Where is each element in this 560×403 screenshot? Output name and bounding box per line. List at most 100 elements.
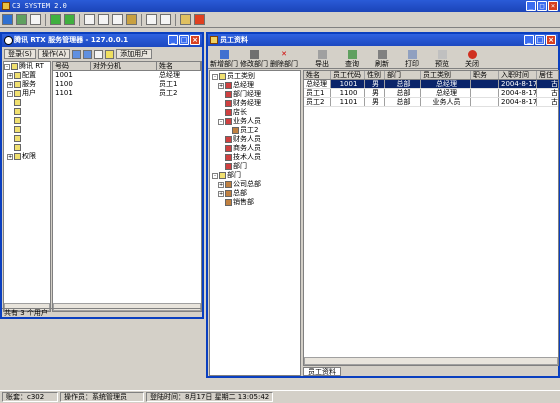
rtx-forward-icon[interactable]	[83, 49, 93, 59]
user-number: 1100	[55, 80, 73, 88]
list-item[interactable]: 1100 员工1	[53, 80, 201, 89]
close-button[interactable]: ×	[548, 1, 558, 11]
tree-item[interactable]: 财务人员	[210, 135, 300, 144]
rtx-back-icon[interactable]	[72, 49, 82, 59]
staff-close-button[interactable]: ×	[546, 35, 556, 45]
print-icon[interactable]	[160, 14, 171, 25]
login-menu[interactable]: 登录(S)	[4, 49, 36, 59]
refresh-button[interactable]: 刷新	[368, 50, 396, 68]
rtx-maximize-button[interactable]: □	[179, 35, 189, 45]
delete-dept-button[interactable]: ✕ 删除部门	[270, 50, 298, 68]
col-dept[interactable]: 部门	[385, 71, 421, 79]
window-icon[interactable]	[2, 14, 13, 25]
tree-item[interactable]: + 配置	[4, 71, 50, 80]
tree-item[interactable]: - 部门	[210, 171, 300, 180]
tree-item[interactable]: - 员工类别	[210, 72, 300, 81]
export-button[interactable]: 导出	[308, 50, 336, 68]
back-arrow-icon[interactable]	[50, 14, 61, 25]
lock-icon	[14, 144, 21, 151]
tree-item[interactable]: + 总部	[210, 189, 300, 198]
col-address[interactable]: 居住	[537, 71, 558, 79]
tree-item[interactable]: 部门	[210, 162, 300, 171]
tree-item[interactable]: + 服务	[4, 80, 50, 89]
tools-icon[interactable]	[126, 14, 137, 25]
category-tree[interactable]: - 员工类别 + 总经理 部门经理 财务经理 店长 - 业务人员 员工2 财务人员 商…	[209, 70, 301, 376]
tree-item[interactable]: 店长	[210, 108, 300, 117]
tree-item[interactable]	[4, 98, 50, 107]
close-window-button[interactable]: 关闭	[458, 50, 486, 68]
cell-code: 1100	[331, 89, 365, 97]
rtx-close-button[interactable]: ×	[190, 35, 200, 45]
tree-item[interactable]: 技术人员	[210, 153, 300, 162]
tree-item[interactable]	[4, 107, 50, 116]
col-number[interactable]: 号码	[53, 62, 91, 70]
list-item[interactable]: 1001 总经理	[53, 71, 201, 80]
user-name: 员工2	[159, 89, 178, 97]
report-icon[interactable]	[84, 14, 95, 25]
maximize-button[interactable]: □	[537, 1, 547, 11]
add-dept-button[interactable]: 新增部门	[210, 50, 238, 68]
col-join-date[interactable]: 入职时间	[499, 71, 537, 79]
exit-icon[interactable]	[194, 14, 205, 25]
rtx-copy-icon[interactable]	[94, 49, 104, 59]
operate-menu[interactable]: 操作(A)	[37, 49, 71, 59]
tree-item[interactable]: 财务经理	[210, 99, 300, 108]
calendar-icon[interactable]	[98, 14, 109, 25]
col-sex[interactable]: 性别	[365, 71, 385, 79]
staff-icon	[225, 154, 232, 161]
add-user-button[interactable]: 添加用户	[116, 49, 153, 59]
rtx-bulb-icon[interactable]	[105, 49, 115, 59]
col-post[interactable]: 职务	[471, 71, 499, 79]
tree-item[interactable]: 销售部	[210, 198, 300, 207]
tree-item[interactable]	[4, 134, 50, 143]
tree-item[interactable]	[4, 116, 50, 125]
staff-maximize-button[interactable]: □	[535, 35, 545, 45]
cell-category: 总经理	[421, 80, 471, 88]
tree-item[interactable]: - 腾讯 RT	[4, 62, 50, 71]
tree-item[interactable]	[4, 125, 50, 134]
preview-button[interactable]: 预览	[428, 50, 456, 68]
edit-dept-button[interactable]: 修改部门	[240, 50, 268, 68]
preview-icon[interactable]	[146, 14, 157, 25]
document-icon[interactable]	[112, 14, 123, 25]
tree-item[interactable]: + 总经理	[210, 81, 300, 90]
col-name[interactable]: 姓名	[157, 62, 201, 70]
table-row[interactable]: 员工1 1100 男 总部 总经理 2004-8-17 古	[304, 89, 558, 98]
cell-sex: 男	[365, 89, 385, 97]
table-row[interactable]: 员工2 1101 男 总部 业务人员 2004-8-17 古	[304, 98, 558, 107]
rtx-minimize-button[interactable]: _	[168, 35, 178, 45]
status-bar: 账套：c302 操作员：系统管理员 登陆时间：8月17日 星期二 13:05:4…	[0, 390, 560, 403]
print-button[interactable]: 打印	[398, 50, 426, 68]
col-extension[interactable]: 对外分机	[91, 62, 157, 70]
rtx-tree[interactable]: - 腾讯 RT + 配置 + 服务 - 用户 + 权限	[3, 61, 51, 312]
query-button[interactable]: 查询	[338, 50, 366, 68]
col-name[interactable]: 姓名	[304, 71, 331, 79]
user-name: 员工1	[159, 80, 178, 88]
table-row[interactable]: 总经理 1001 男 总部 总经理 2004-8-17 古	[304, 80, 558, 89]
tree-item[interactable]: 员工2	[210, 126, 300, 135]
col-code[interactable]: 员工代码	[331, 71, 365, 79]
settings-icon[interactable]	[180, 14, 191, 25]
main-toolbar	[0, 12, 560, 28]
tree-item[interactable]	[4, 143, 50, 152]
grid-icon[interactable]	[16, 14, 27, 25]
cell-category: 业务人员	[421, 98, 471, 106]
tree-item[interactable]: - 用户	[4, 89, 50, 98]
tree-item[interactable]: - 业务人员	[210, 117, 300, 126]
rtx-status: 共有 3 个用户	[2, 308, 202, 317]
export-icon	[317, 50, 327, 59]
forward-arrow-icon[interactable]	[64, 14, 75, 25]
minimize-button[interactable]: _	[526, 1, 536, 11]
tree-item[interactable]: 商务人员	[210, 144, 300, 153]
sheet-tab[interactable]: 员工资料	[303, 367, 341, 376]
grid-hscrollbar[interactable]	[304, 357, 558, 365]
user-number: 1001	[55, 71, 73, 79]
tree-item[interactable]: + 权限	[4, 152, 50, 161]
staff-minimize-button[interactable]: _	[524, 35, 534, 45]
status-login-time: 登陆时间：8月17日 星期二 13:05:42	[146, 392, 274, 402]
list-item[interactable]: 1101 员工2	[53, 89, 201, 98]
tree-item[interactable]: 部门经理	[210, 90, 300, 99]
list-icon[interactable]	[30, 14, 41, 25]
col-category[interactable]: 员工类别	[421, 71, 471, 79]
tree-item[interactable]: + 公司总部	[210, 180, 300, 189]
